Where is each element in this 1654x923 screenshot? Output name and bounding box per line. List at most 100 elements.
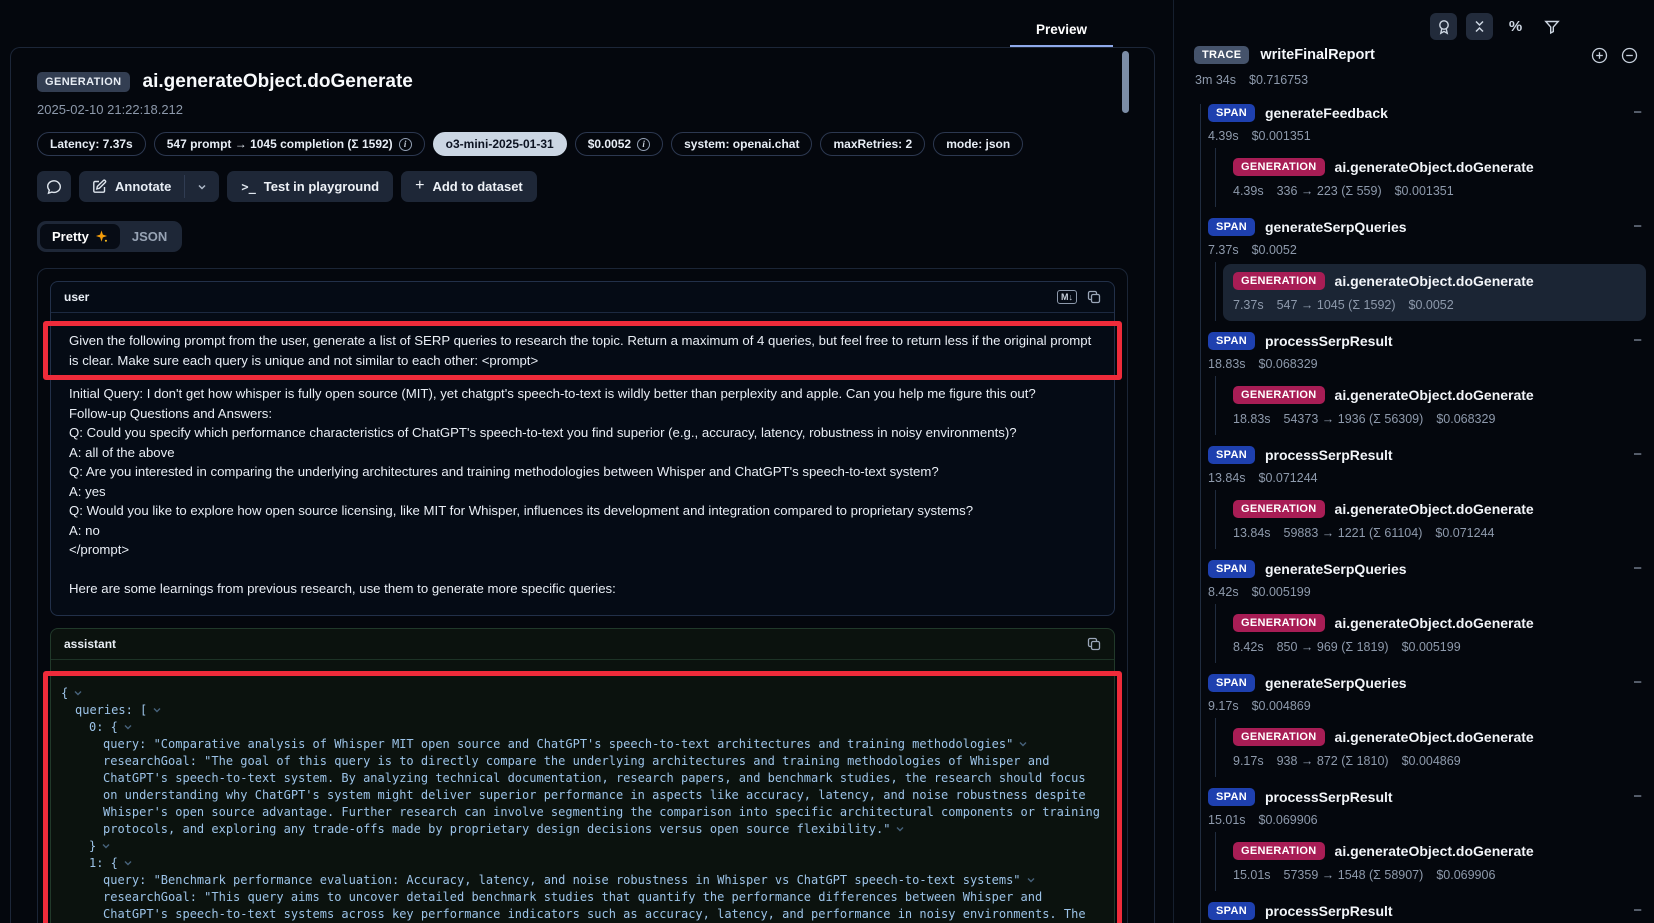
minus-icon[interactable]: − [1633, 903, 1642, 918]
trace-name: writeFinalReport [1260, 47, 1374, 63]
minus-icon[interactable]: − [1633, 561, 1642, 576]
metadata-pill: system: openai.chat [671, 132, 812, 156]
add-to-dataset-button[interactable]: + Add to dataset [401, 171, 537, 202]
trace-generation-node[interactable]: GENERATION ai.generateObject.doGenerate … [1223, 264, 1646, 321]
minus-icon[interactable]: − [1633, 333, 1642, 348]
json-line: researchGoal: "The goal of this query is… [61, 753, 1104, 838]
annotate-button[interactable]: Annotate [79, 171, 184, 202]
span-metrics: 4.39s $0.001351 [1208, 129, 1646, 145]
span-metrics: 7.37s $0.0052 [1208, 243, 1646, 259]
chevron-down-icon[interactable] [73, 688, 83, 698]
toggle-pretty[interactable]: Pretty [40, 224, 120, 249]
info-icon[interactable]: i [399, 138, 412, 151]
toolbar-icons: % [1430, 13, 1565, 40]
generation-metrics: 4.39s 336 → 223 (Σ 559) $0.001351 [1233, 184, 1636, 200]
json-line: 0: { [61, 719, 1104, 736]
json-line: 1: { [61, 855, 1104, 872]
trace-tree-panel: TRACE writeFinalReport 3m 34s $0.716753 … [1194, 46, 1646, 923]
comment-button[interactable] [37, 171, 71, 202]
annotate-label: Annotate [115, 179, 171, 194]
collapse-vertical-button[interactable] [1466, 13, 1493, 40]
trace-root-row[interactable]: TRACE writeFinalReport [1194, 46, 1646, 64]
assistant-message-body: {queries: [0: {query: "Comparative analy… [51, 660, 1114, 923]
span-badge: SPAN [1208, 104, 1255, 122]
tab-preview[interactable]: Preview [1010, 13, 1113, 47]
minus-icon[interactable]: − [1633, 789, 1642, 804]
metadata-pill: mode: json [933, 132, 1023, 156]
collapse-all-icon[interactable] [1621, 47, 1638, 64]
generation-badge: GENERATION [1233, 842, 1325, 860]
chevron-down-icon[interactable] [895, 824, 905, 834]
span-row[interactable]: SPAN processSerpResult − [1208, 900, 1646, 921]
sparkles-icon [95, 230, 108, 243]
span-row[interactable]: SPAN processSerpResult − [1208, 330, 1646, 351]
chevron-down-icon[interactable] [1018, 739, 1028, 749]
info-icon[interactable]: i [637, 138, 650, 151]
annotation-red-box: {queries: [0: {query: "Comparative analy… [43, 671, 1122, 923]
role-label: assistant [64, 637, 116, 651]
generation-metrics: 7.37s 547 → 1045 (Σ 1592) $0.0052 [1233, 298, 1636, 314]
generation-row[interactable]: GENERATION ai.generateObject.doGenerate [1233, 840, 1636, 861]
trace-generation-node[interactable]: GENERATION ai.generateObject.doGenerate … [1223, 378, 1646, 435]
copy-icon[interactable] [1087, 290, 1101, 304]
generation-row[interactable]: GENERATION ai.generateObject.doGenerate [1233, 156, 1636, 177]
generation-badge: GENERATION [1233, 386, 1325, 404]
user-message-line: A: all of the above [69, 443, 1096, 463]
percent-toggle[interactable]: % [1502, 13, 1529, 40]
annotate-split-button: Annotate [79, 171, 219, 202]
toggle-json[interactable]: JSON [120, 224, 179, 249]
trace-generation-node[interactable]: GENERATION ai.generateObject.doGenerate … [1223, 606, 1646, 663]
user-message-line: A: no [69, 521, 1096, 541]
chevron-down-icon[interactable] [123, 722, 133, 732]
edit-icon [92, 179, 107, 194]
generation-row[interactable]: GENERATION ai.generateObject.doGenerate [1233, 270, 1636, 291]
span-row[interactable]: SPAN generateSerpQueries − [1208, 558, 1646, 579]
copy-icon[interactable] [1087, 637, 1101, 651]
span-row[interactable]: SPAN processSerpResult − [1208, 786, 1646, 807]
minus-icon[interactable]: − [1633, 219, 1642, 234]
metadata-pill: Latency: 7.37s [37, 132, 146, 156]
generation-row[interactable]: GENERATION ai.generateObject.doGenerate [1233, 726, 1636, 747]
expand-all-icon[interactable] [1591, 47, 1608, 64]
span-metrics: 13.84s $0.071244 [1208, 471, 1646, 487]
filter-button[interactable] [1538, 13, 1565, 40]
plus-icon: + [415, 177, 424, 195]
span-row[interactable]: SPAN generateSerpQueries − [1208, 672, 1646, 693]
chevron-down-icon[interactable] [152, 705, 162, 715]
markdown-toggle-icon[interactable]: M↓ [1057, 290, 1077, 304]
span-badge: SPAN [1208, 674, 1255, 692]
trace-generation-node[interactable]: GENERATION ai.generateObject.doGenerate … [1223, 720, 1646, 777]
json-line: { [61, 685, 1104, 702]
annotation-red-box: Given the following prompt from the user… [43, 321, 1122, 380]
generation-row[interactable]: GENERATION ai.generateObject.doGenerate [1233, 384, 1636, 405]
user-message-line: Q: Are you interested in comparing the u… [69, 462, 1096, 482]
chevron-down-icon[interactable] [1026, 875, 1036, 885]
json-line: query: "Comparative analysis of Whisper … [61, 736, 1104, 753]
metadata-badge-row: Latency: 7.37s 547 prompt → 1045 complet… [37, 132, 1128, 156]
span-row[interactable]: SPAN processSerpResult − [1208, 444, 1646, 465]
minus-icon[interactable]: − [1633, 447, 1642, 462]
generation-row[interactable]: GENERATION ai.generateObject.doGenerate [1233, 498, 1636, 519]
trace-span-node: SPAN processSerpResult − 18.83s $0.06832… [1208, 330, 1646, 435]
trace-generation-node[interactable]: GENERATION ai.generateObject.doGenerate … [1223, 150, 1646, 207]
test-in-playground-button[interactable]: >_ Test in playground [227, 171, 393, 202]
chevron-down-icon[interactable] [101, 841, 111, 851]
annotate-dropdown-button[interactable] [185, 171, 219, 202]
main-scrollbar-thumb[interactable] [1122, 51, 1129, 113]
playground-label: Test in playground [264, 179, 379, 194]
assistant-message-header: assistant [51, 629, 1114, 660]
comment-icon [46, 179, 62, 195]
trace-generation-node[interactable]: GENERATION ai.generateObject.doGenerate … [1223, 492, 1646, 549]
panel-divider[interactable] [1173, 0, 1174, 923]
minus-icon[interactable]: − [1633, 675, 1642, 690]
span-badge: SPAN [1208, 902, 1255, 920]
generation-metrics: 13.84s 59883 → 1221 (Σ 61104) $0.071244 [1233, 526, 1636, 542]
chevron-down-icon[interactable] [123, 858, 133, 868]
generation-row[interactable]: GENERATION ai.generateObject.doGenerate [1233, 612, 1636, 633]
trace-generation-node[interactable]: GENERATION ai.generateObject.doGenerate … [1223, 834, 1646, 891]
span-row[interactable]: SPAN generateFeedback − [1208, 102, 1646, 123]
generation-metrics: 9.17s 938 → 872 (Σ 1810) $0.004869 [1233, 754, 1636, 770]
span-row[interactable]: SPAN generateSerpQueries − [1208, 216, 1646, 237]
minus-icon[interactable]: − [1633, 105, 1642, 120]
annotation-queue-button[interactable] [1430, 13, 1457, 40]
